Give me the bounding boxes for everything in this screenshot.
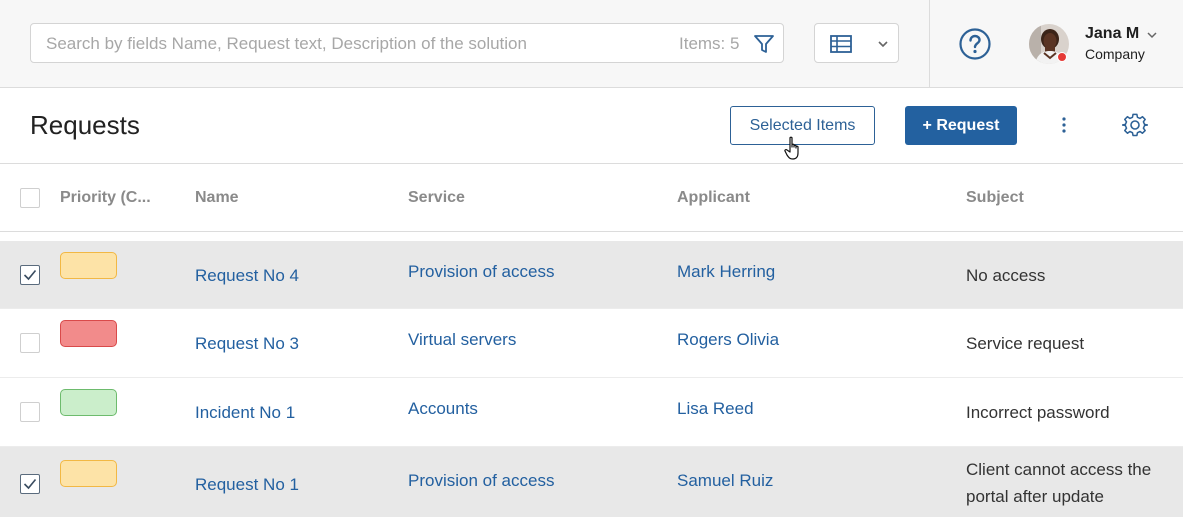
- request-name-link[interactable]: Request No 3: [195, 334, 299, 354]
- column-header-subject[interactable]: Subject: [966, 189, 1024, 207]
- row-checkbox[interactable]: [20, 333, 40, 353]
- more-options-icon[interactable]: [1055, 115, 1073, 135]
- search-box[interactable]: Items: 5: [30, 23, 784, 63]
- table-header: Priority (C... Name Service Applicant Su…: [0, 164, 1183, 232]
- subject-text: No access: [966, 266, 1046, 285]
- service-link[interactable]: Virtual servers: [408, 330, 516, 350]
- service-link[interactable]: Accounts: [408, 399, 478, 419]
- subject-text: Service request: [966, 334, 1085, 353]
- page-title: Requests: [30, 110, 140, 140]
- applicant-link[interactable]: Mark Herring: [677, 262, 775, 282]
- applicant-link[interactable]: Rogers Olivia: [677, 330, 779, 350]
- table-row[interactable]: Request No 4 Provision of access Mark He…: [0, 241, 1183, 309]
- chevron-down-icon: [878, 41, 888, 48]
- service-link[interactable]: Provision of access: [408, 471, 554, 491]
- user-name[interactable]: Jana M: [1085, 25, 1139, 43]
- priority-indicator: [60, 460, 117, 487]
- row-checkbox[interactable]: [20, 402, 40, 422]
- subject-text: Incorrect password: [966, 403, 1110, 422]
- row-checkbox[interactable]: [20, 474, 40, 494]
- view-switch-dropdown[interactable]: [814, 23, 899, 63]
- user-menu-chevron-icon[interactable]: [1145, 28, 1159, 42]
- column-header-service[interactable]: Service: [408, 189, 465, 207]
- select-all-checkbox[interactable]: [20, 188, 40, 208]
- table-row[interactable]: Incident No 1 Accounts Lisa Reed Incorre…: [0, 378, 1183, 447]
- service-link[interactable]: Provision of access: [408, 262, 554, 282]
- column-header-name[interactable]: Name: [195, 189, 239, 207]
- table-row[interactable]: Request No 1 Provision of access Samuel …: [0, 447, 1183, 517]
- add-request-button[interactable]: + Request: [905, 106, 1017, 145]
- gear-icon[interactable]: [1122, 112, 1148, 138]
- top-bar: Items: 5 Jana M: [0, 0, 1183, 88]
- table-row[interactable]: Request No 3 Virtual servers Rogers Oliv…: [0, 309, 1183, 378]
- column-header-applicant[interactable]: Applicant: [677, 189, 750, 207]
- table-view-icon: [830, 35, 852, 53]
- priority-indicator: [60, 252, 117, 279]
- top-bar-divider: [929, 0, 930, 88]
- applicant-link[interactable]: Lisa Reed: [677, 399, 754, 419]
- column-header-priority[interactable]: Priority (C...: [60, 189, 151, 207]
- items-count: Items: 5: [679, 34, 740, 53]
- user-company: Company: [1085, 46, 1145, 62]
- applicant-link[interactable]: Samuel Ruiz: [677, 471, 773, 491]
- request-name-link[interactable]: Request No 4: [195, 266, 299, 286]
- help-icon[interactable]: [958, 27, 992, 61]
- online-status-dot: [1057, 52, 1067, 62]
- subject-text: Client cannot access the portal after up…: [966, 460, 1152, 506]
- hand-cursor-icon: [784, 136, 799, 160]
- request-name-link[interactable]: Request No 1: [195, 475, 299, 495]
- priority-indicator: [60, 389, 117, 416]
- row-checkbox[interactable]: [20, 265, 40, 285]
- request-name-link[interactable]: Incident No 1: [195, 403, 295, 423]
- filter-icon[interactable]: [753, 33, 775, 55]
- search-input[interactable]: [46, 33, 646, 55]
- priority-indicator: [60, 320, 117, 347]
